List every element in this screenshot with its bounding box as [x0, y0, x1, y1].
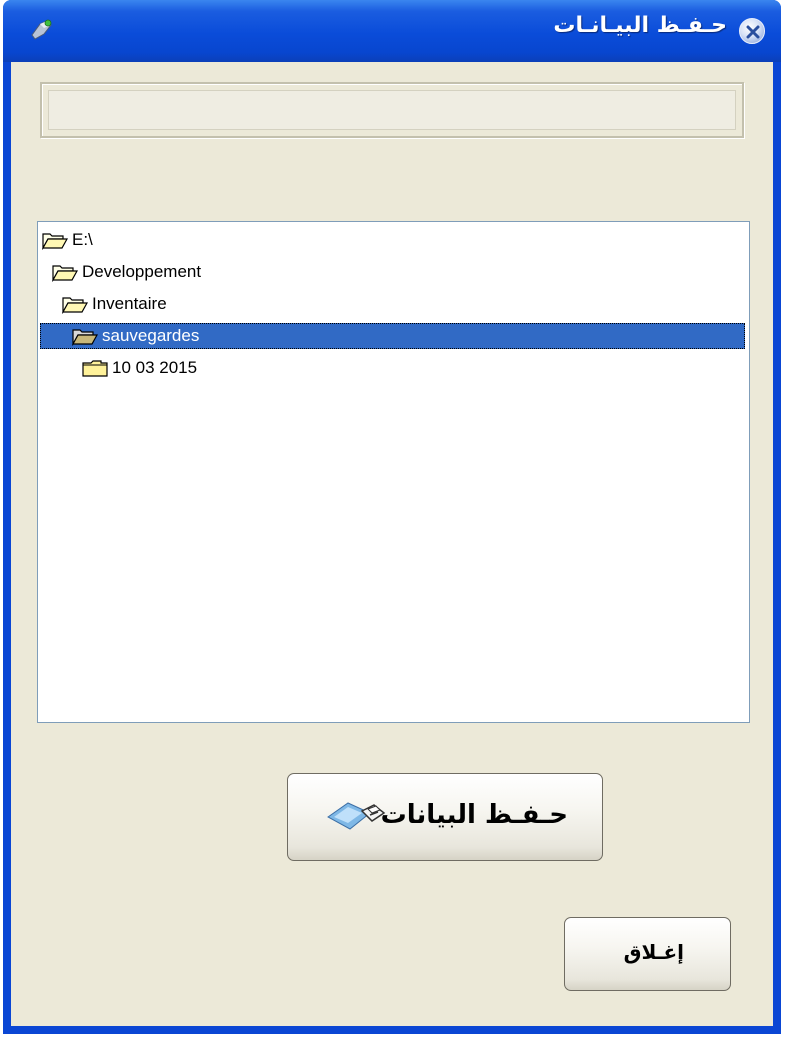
- save-disk-icon: [326, 795, 386, 839]
- save-data-button[interactable]: حـفـظ البيانات: [287, 773, 603, 861]
- path-display-field: [40, 82, 744, 138]
- path-display-text: [48, 90, 736, 130]
- tree-node-label: Developpement: [82, 262, 202, 281]
- folder-tree[interactable]: E:\ Developpement Inventaire sauvegardes…: [37, 221, 750, 723]
- title-bar[interactable]: حـفـظ البيـانـات: [3, 0, 781, 62]
- tree-node-label: sauvegardes: [102, 326, 200, 345]
- tree-node-label: E:\: [72, 230, 93, 249]
- folder-open-icon: [41, 230, 69, 258]
- close-button[interactable]: إغـلاق: [564, 917, 731, 991]
- close-button-label: إغـلاق: [623, 940, 684, 964]
- close-icon[interactable]: [739, 18, 765, 44]
- folder-open-icon: [51, 262, 79, 290]
- folder-open-icon: [61, 294, 89, 322]
- tree-node-label: 10 03 2015: [112, 358, 198, 377]
- folder-open-icon: [71, 326, 99, 354]
- window-title: حـفـظ البيـانـات: [553, 13, 727, 38]
- app-icon: [29, 18, 55, 46]
- tree-node-label: Inventaire: [92, 294, 167, 313]
- folder-closed-icon: [82, 358, 108, 386]
- save-data-window: حـفـظ البيـانـات E:\ Developpement Inven…: [3, 0, 781, 1034]
- tree-node-sauvegardes[interactable]: sauvegardes: [40, 323, 745, 349]
- save-button-label: حـفـظ البيانات: [380, 800, 568, 830]
